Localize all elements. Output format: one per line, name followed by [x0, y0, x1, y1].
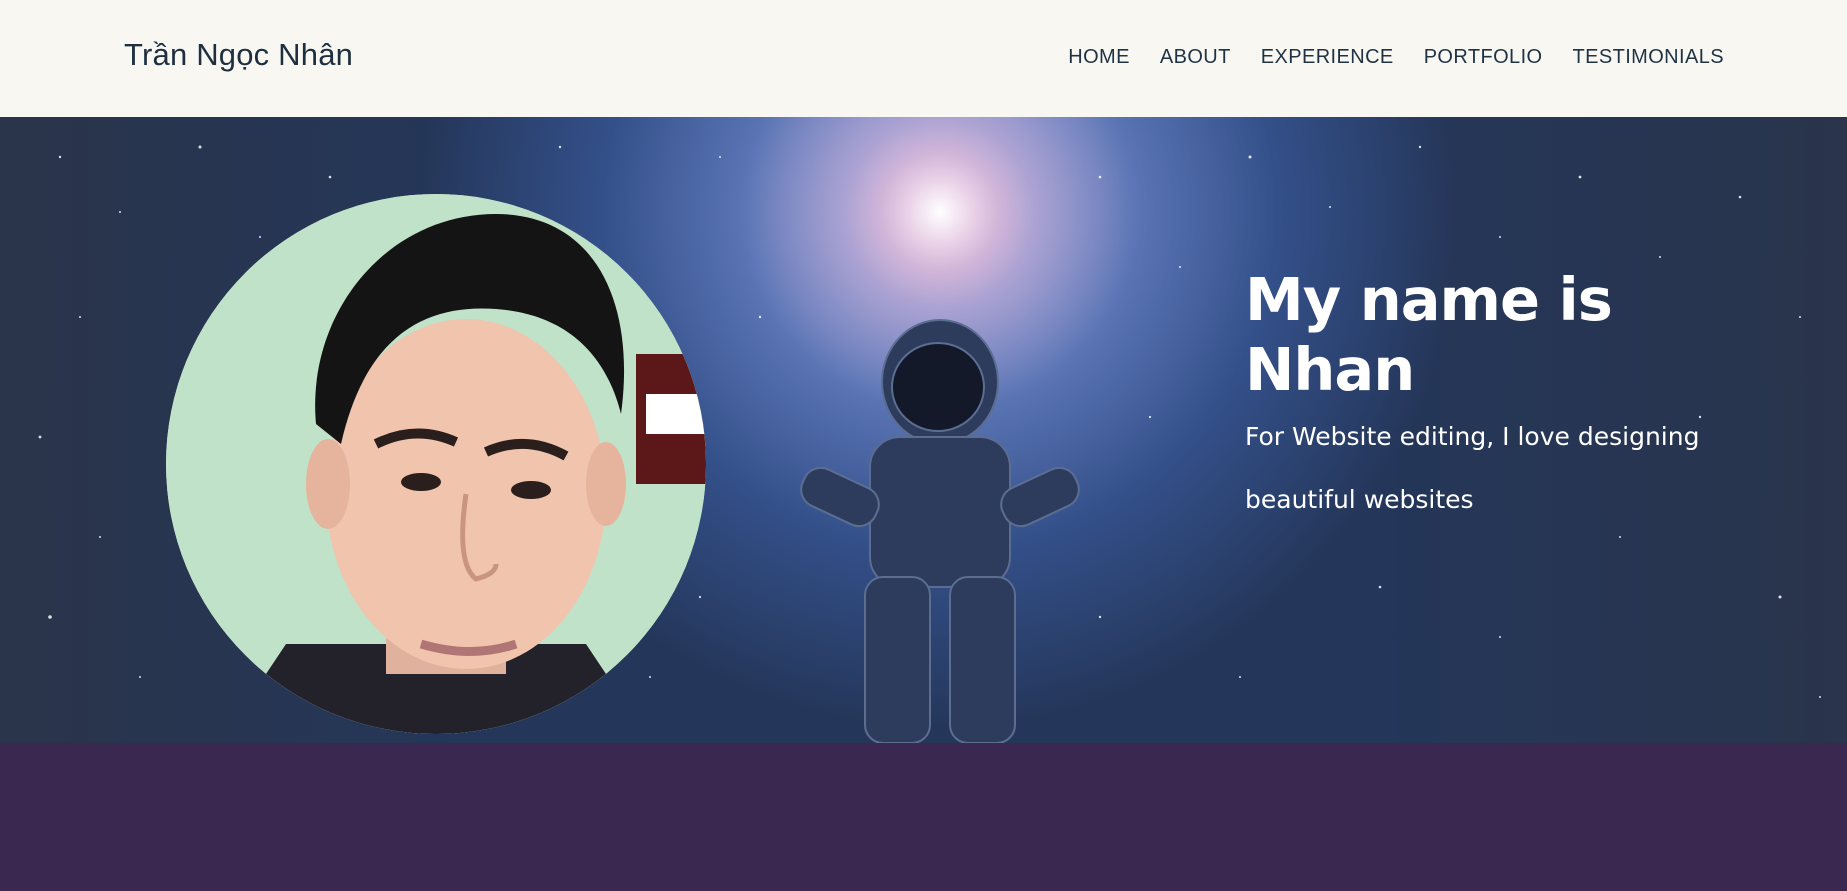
hero-title: My name is Nhan: [1245, 265, 1613, 404]
hero-text-block: My name is Nhan For Website editing, I l…: [1245, 265, 1775, 531]
main-nav: HOME ABOUT EXPERIENCE PORTFOLIO TESTIMON…: [1068, 46, 1724, 69]
hero-subtitle: For Website editing, I love designing be…: [1245, 422, 1700, 514]
nav-about[interactable]: ABOUT: [1160, 46, 1231, 69]
nav-testimonials[interactable]: TESTIMONIALS: [1573, 46, 1725, 69]
site-header: Trần Ngọc Nhân HOME ABOUT EXPERIENCE POR…: [0, 0, 1847, 117]
profile-photo: [166, 194, 706, 734]
nav-portfolio[interactable]: PORTFOLIO: [1424, 46, 1543, 69]
nav-experience[interactable]: EXPERIENCE: [1261, 46, 1394, 69]
next-section: [0, 743, 1847, 891]
nav-home[interactable]: HOME: [1068, 46, 1130, 69]
hero-section: My name is Nhan For Website editing, I l…: [0, 117, 1847, 743]
profile-photo-image: [166, 194, 706, 734]
brand-logo-text[interactable]: Trần Ngọc Nhân: [124, 37, 353, 73]
